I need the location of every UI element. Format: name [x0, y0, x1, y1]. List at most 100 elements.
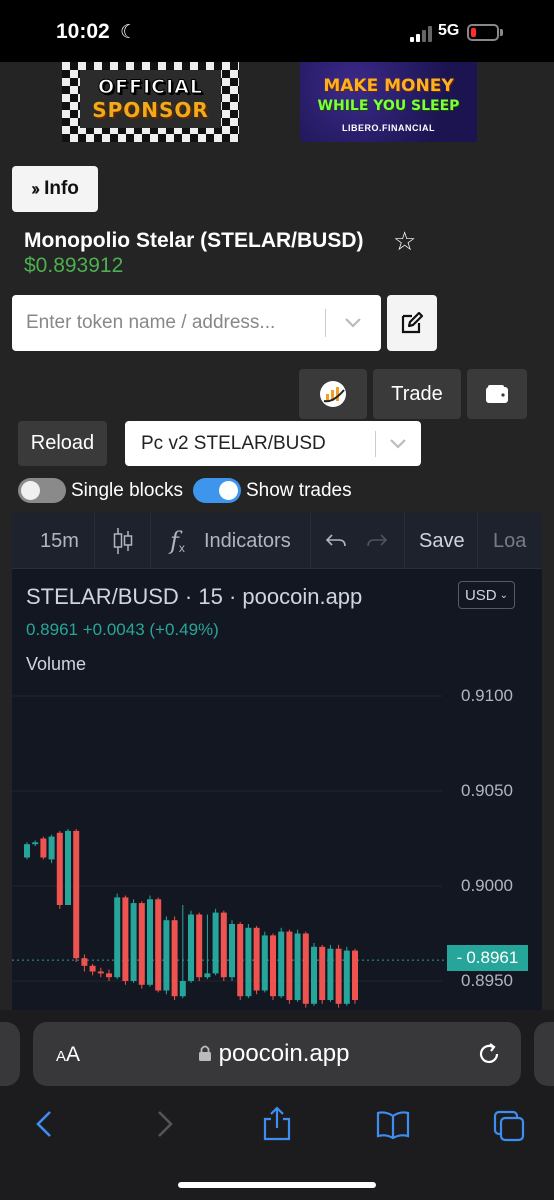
candle-down	[73, 830, 80, 959]
single-blocks-toggle[interactable]	[18, 478, 66, 503]
candle-up	[311, 946, 317, 1004]
candle-down	[89, 965, 96, 972]
candle-up	[32, 842, 39, 845]
wallet-icon	[486, 385, 508, 403]
divider	[325, 309, 326, 337]
token-search[interactable]	[12, 295, 381, 351]
candle-down	[56, 832, 63, 905]
bookmarks-icon[interactable]	[376, 1106, 410, 1142]
search-input[interactable]	[26, 295, 326, 351]
moon-icon: ☾	[120, 22, 138, 43]
candle-up	[24, 844, 30, 858]
trade-button[interactable]: Trade	[373, 369, 461, 419]
candle-down	[122, 897, 129, 981]
candle-up	[179, 981, 186, 997]
candle-up	[48, 836, 55, 860]
save-button[interactable]: Save	[419, 513, 465, 569]
edit-button[interactable]	[387, 295, 437, 351]
chevron-down-icon: ⌄	[499, 589, 509, 601]
candle-up	[327, 948, 334, 1000]
candle-up	[65, 830, 71, 905]
show-trades-label: Show trades	[246, 480, 352, 501]
y-tick-label: 0.8950	[461, 971, 513, 990]
candle-down	[155, 899, 162, 991]
ad-banner-line2: WHILE YOU SLEEP	[317, 98, 460, 114]
candle-down	[302, 933, 309, 1004]
candle-down	[352, 950, 358, 1000]
reload-button[interactable]: Reload	[18, 421, 107, 466]
candle-up	[343, 950, 350, 1004]
url-text[interactable]: poocoin.app	[198, 1040, 349, 1068]
chart-legend-values: 0.8961 +0.0043 (+0.49%)	[26, 620, 219, 639]
status-bar: 10:02 ☾ 5G	[0, 0, 554, 62]
chart-logo-icon	[320, 381, 346, 407]
lock-icon	[199, 1045, 211, 1061]
y-tick-label: 0.9050	[461, 781, 513, 800]
interval-button[interactable]: 15m	[40, 513, 79, 569]
candle-up	[245, 927, 252, 997]
next-tab-pill[interactable]	[534, 1022, 554, 1086]
show-trades-toggle[interactable]	[193, 478, 241, 503]
domain-text: poocoin.app	[218, 1040, 350, 1067]
pair-select-value: Pc v2 STELAR/BUSD	[141, 433, 326, 454]
candle-down	[106, 973, 112, 978]
currency-selector[interactable]: USD ⌄	[458, 581, 515, 609]
sponsor-banner-line1: OFFICIAL	[97, 76, 203, 99]
candle-up	[278, 931, 285, 997]
candle-down	[97, 971, 104, 974]
sponsor-banner[interactable]: OFFICIAL SPONSOR	[62, 62, 239, 142]
redo-icon[interactable]	[366, 513, 388, 569]
pair-select[interactable]: Pc v2 STELAR/BUSD	[125, 421, 421, 466]
poocoin-chart-button[interactable]	[299, 369, 367, 419]
wallet-button[interactable]	[467, 369, 527, 419]
share-icon[interactable]	[260, 1106, 294, 1142]
candle-up	[163, 920, 170, 991]
indicators-button[interactable]: Indicators	[204, 513, 291, 569]
edit-icon	[401, 311, 424, 334]
chart-legend-title: STELAR/BUSD · 15 · poocoin.app	[26, 584, 363, 609]
battery-icon	[467, 24, 499, 41]
ad-banner-line3: LIBERO.FINANCIAL	[342, 123, 435, 133]
candle-up	[212, 912, 219, 974]
candle-up	[188, 914, 194, 981]
info-button[interactable]: ›› Info	[12, 166, 98, 212]
candle-down	[253, 927, 260, 991]
info-button-label: Info	[44, 178, 79, 199]
candle-down	[286, 931, 293, 1000]
network-type: 5G	[438, 22, 460, 39]
chart-toolbar: 15m fx Indicators Save Loa	[12, 513, 542, 569]
y-tick-label: 0.9000	[461, 876, 513, 895]
candle-down	[335, 948, 342, 1004]
back-icon[interactable]	[28, 1106, 62, 1142]
token-title: Monopolio Stelar (STELAR/BUSD)	[24, 229, 364, 252]
candle-down	[220, 912, 227, 978]
candle-down	[138, 903, 145, 985]
currency-label: USD	[464, 586, 497, 604]
y-tick-label: 0.9100	[461, 686, 513, 705]
candle-down	[81, 958, 88, 966]
tabs-icon[interactable]	[492, 1106, 526, 1142]
current-price-label: - 0.8961	[447, 945, 528, 971]
prev-tab-pill[interactable]	[0, 1022, 20, 1086]
ad-banner[interactable]: MAKE MONEY WHILE YOU SLEEP LIBERO.FINANC…	[300, 62, 477, 142]
forward-icon[interactable]	[147, 1106, 181, 1142]
divider	[375, 431, 376, 457]
signal-icon	[410, 26, 436, 42]
candle-up	[114, 897, 121, 978]
candle-down	[270, 935, 276, 997]
candle-up	[204, 973, 211, 978]
undo-icon[interactable]	[325, 513, 347, 569]
fx-icon: fx	[170, 527, 185, 555]
reload-icon[interactable]	[476, 1041, 502, 1067]
star-icon[interactable]: ☆	[393, 228, 416, 254]
candle-type-icon[interactable]	[112, 513, 134, 569]
double-chevron-right-icon: ››	[31, 178, 40, 199]
candle-down	[196, 914, 203, 978]
chevron-down-icon	[390, 439, 406, 449]
token-price: $0.893912	[24, 254, 124, 277]
text-size-button[interactable]: AA	[56, 1043, 80, 1067]
candle-up	[130, 903, 137, 981]
load-button[interactable]: Loa	[493, 513, 526, 569]
chevron-down-icon[interactable]	[342, 311, 364, 333]
candle-down	[237, 924, 244, 997]
